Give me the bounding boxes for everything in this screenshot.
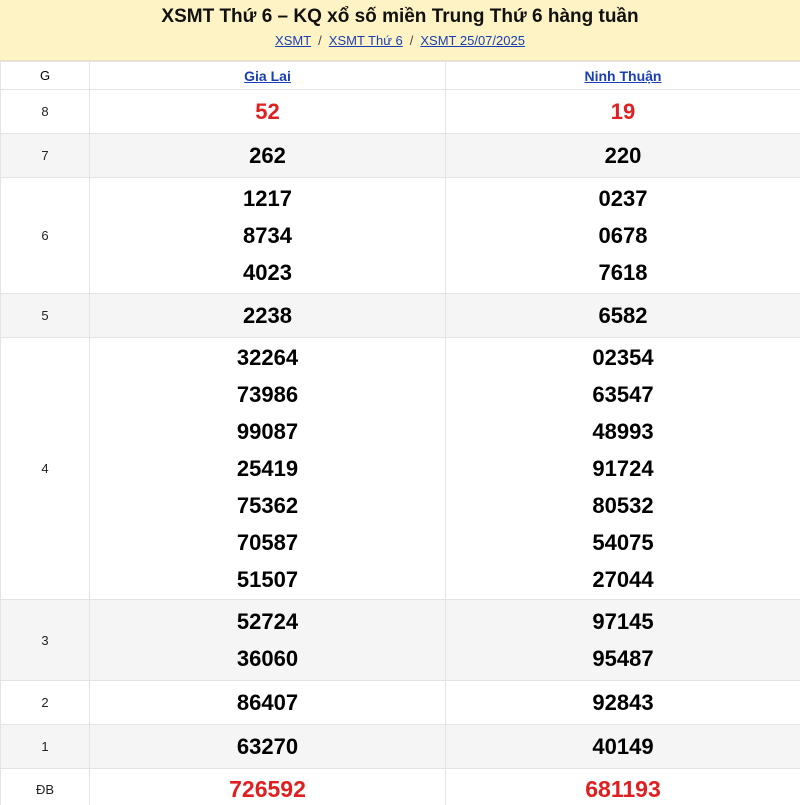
lottery-number: 262 bbox=[249, 143, 286, 168]
result-cell-gia-lai: 1217 8734 4023 bbox=[89, 177, 446, 294]
prize-row-special: ĐB 726592 681193 bbox=[0, 768, 800, 805]
lottery-number: 8734 bbox=[243, 223, 292, 248]
lottery-number: 63547 bbox=[592, 382, 654, 407]
province-header-gia-lai: Gia Lai bbox=[89, 61, 446, 90]
lottery-number: 726592 bbox=[229, 776, 306, 802]
breadcrumb-separator: / bbox=[318, 33, 322, 48]
prize-row-3: 3 52724 36060 97145 95487 bbox=[0, 599, 800, 681]
result-cell-gia-lai: 52724 36060 bbox=[89, 599, 446, 681]
province-header-ninh-thuan: Ninh Thuận bbox=[445, 61, 800, 90]
lottery-number: 73986 bbox=[236, 382, 299, 407]
prize-row-4: 4 32264 73986 99087 25419 75362 70587 51507 0235… bbox=[0, 337, 800, 600]
lottery-number: 2238 bbox=[243, 303, 292, 328]
lottery-number: 52724 bbox=[236, 609, 299, 634]
prize-row-8: 8 52 19 bbox=[0, 89, 800, 134]
result-cell-ninh-thuan: 220 bbox=[445, 133, 800, 178]
result-cell-ninh-thuan: 02354 63547 48993 91724 80532 54075 27044 bbox=[445, 337, 800, 600]
lottery-number: 4023 bbox=[243, 260, 292, 285]
breadcrumb-link-xsmt-date[interactable]: XSMT 25/07/2025 bbox=[420, 33, 525, 48]
lottery-number: 52 bbox=[255, 99, 280, 124]
result-cell-gia-lai: 2238 bbox=[89, 293, 446, 338]
prize-label: 1 bbox=[0, 724, 90, 769]
lottery-number: 91724 bbox=[592, 456, 654, 481]
lottery-number: 70587 bbox=[236, 530, 299, 555]
prize-row-5: 5 2238 6582 bbox=[0, 293, 800, 338]
lottery-number: 95487 bbox=[592, 646, 654, 671]
lottery-number: 48993 bbox=[592, 419, 654, 444]
result-cell-ninh-thuan: 92843 bbox=[445, 680, 800, 725]
lottery-number: 51507 bbox=[236, 567, 299, 592]
result-cell-gia-lai: 52 bbox=[89, 89, 446, 134]
province-link-gia-lai[interactable]: Gia Lai bbox=[244, 68, 291, 84]
lottery-number: 97145 bbox=[592, 609, 654, 634]
result-cell-ninh-thuan: 19 bbox=[445, 89, 800, 134]
prize-row-6: 6 1217 8734 4023 0237 0678 7618 bbox=[0, 177, 800, 294]
lottery-number: 80532 bbox=[592, 493, 654, 518]
prize-column-header: G bbox=[0, 61, 90, 90]
lottery-number: 40149 bbox=[592, 734, 654, 759]
prize-row-1: 1 63270 40149 bbox=[0, 724, 800, 769]
lottery-number: 54075 bbox=[592, 530, 654, 555]
lottery-number: 99087 bbox=[236, 419, 299, 444]
lottery-number: 220 bbox=[604, 143, 642, 168]
prize-label: 2 bbox=[0, 680, 90, 725]
lottery-number: 86407 bbox=[236, 690, 299, 715]
lottery-number: 7618 bbox=[598, 260, 648, 285]
result-cell-gia-lai: 32264 73986 99087 25419 75362 70587 51507 bbox=[89, 337, 446, 600]
table-header-row: G Gia Lai Ninh Thuận bbox=[0, 61, 800, 90]
lottery-number: 25419 bbox=[236, 456, 299, 481]
prize-label: 3 bbox=[0, 599, 90, 681]
prize-row-2: 2 86407 92843 bbox=[0, 680, 800, 725]
lottery-number: 681193 bbox=[585, 776, 661, 802]
lottery-number: 32264 bbox=[236, 345, 299, 370]
prize-label: ĐB bbox=[0, 768, 90, 805]
result-cell-gia-lai: 726592 bbox=[89, 768, 446, 805]
lottery-number: 02354 bbox=[592, 345, 654, 370]
result-cell-ninh-thuan: 681193 bbox=[445, 768, 800, 805]
results-table: G Gia Lai Ninh Thuận 8 52 19 7 262 220 6 1217… bbox=[0, 61, 800, 805]
breadcrumb-link-xsmt-thu-6[interactable]: XSMT Thứ 6 bbox=[329, 33, 403, 48]
page-header: XSMT Thứ 6 – KQ xổ số miền Trung Thứ 6 h… bbox=[0, 0, 800, 61]
prize-label: 6 bbox=[0, 177, 90, 294]
lottery-number: 75362 bbox=[236, 493, 299, 518]
result-cell-gia-lai: 262 bbox=[89, 133, 446, 178]
prize-label: 8 bbox=[0, 89, 90, 134]
result-cell-gia-lai: 63270 bbox=[89, 724, 446, 769]
lottery-number: 36060 bbox=[236, 646, 299, 671]
lottery-number: 0678 bbox=[598, 223, 648, 248]
lottery-number: 0237 bbox=[598, 186, 648, 211]
prize-row-7: 7 262 220 bbox=[0, 133, 800, 178]
breadcrumb-separator: / bbox=[409, 33, 414, 48]
page-title: XSMT Thứ 6 – KQ xổ số miền Trung Thứ 6 h… bbox=[161, 6, 639, 27]
prize-label: 7 bbox=[0, 133, 90, 178]
lottery-number: 1217 bbox=[243, 186, 292, 211]
result-cell-ninh-thuan: 40149 bbox=[445, 724, 800, 769]
province-link-ninh-thuan[interactable]: Ninh Thuận bbox=[585, 68, 662, 84]
result-cell-gia-lai: 86407 bbox=[89, 680, 446, 725]
result-cell-ninh-thuan: 0237 0678 7618 bbox=[445, 177, 800, 294]
breadcrumb-link-xsmt[interactable]: XSMT bbox=[275, 33, 311, 48]
lottery-number: 92843 bbox=[592, 690, 654, 715]
breadcrumb: XSMT / XSMT Thứ 6 / XSMT 25/07/2025 bbox=[0, 31, 800, 51]
prize-label: 4 bbox=[0, 337, 90, 600]
lottery-number: 19 bbox=[610, 99, 636, 124]
lottery-number: 27044 bbox=[592, 567, 654, 592]
lottery-number: 6582 bbox=[598, 303, 648, 328]
lottery-number: 63270 bbox=[236, 734, 299, 759]
prize-label: 5 bbox=[0, 293, 90, 338]
result-cell-ninh-thuan: 97145 95487 bbox=[445, 599, 800, 681]
result-cell-ninh-thuan: 6582 bbox=[445, 293, 800, 338]
